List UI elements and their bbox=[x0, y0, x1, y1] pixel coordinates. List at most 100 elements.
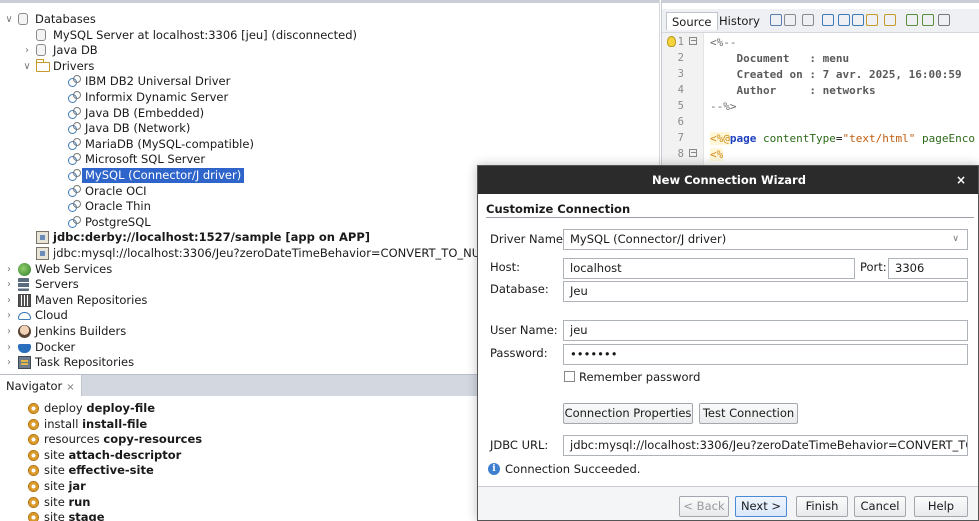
goal-name: stage bbox=[68, 510, 105, 521]
panel-top-border bbox=[0, 0, 659, 6]
tab-navigator[interactable]: Navigator × bbox=[0, 375, 82, 397]
comment-icon[interactable] bbox=[938, 14, 950, 26]
next-button[interactable]: Next > bbox=[735, 496, 787, 517]
driver-icon bbox=[68, 169, 82, 182]
section-heading: Customize Connection bbox=[486, 202, 974, 218]
chevron-right-icon[interactable]: › bbox=[4, 355, 14, 370]
dialog-title-bar: New Connection Wizard × bbox=[478, 166, 978, 194]
shift-right-icon[interactable] bbox=[922, 14, 934, 26]
connection-icon bbox=[36, 231, 49, 245]
editor-top-border bbox=[662, 0, 979, 6]
cancel-button[interactable]: Cancel bbox=[854, 496, 906, 517]
connection-icon bbox=[36, 247, 49, 260]
tree-item-label: Docker bbox=[35, 339, 76, 354]
line-number: 3 bbox=[677, 68, 684, 80]
tree-item-label: Task Repositories bbox=[35, 355, 135, 370]
chevron-down-icon[interactable]: ∨ bbox=[22, 59, 32, 74]
search-icon[interactable] bbox=[822, 14, 834, 26]
goal-name: copy-resources bbox=[103, 432, 203, 447]
tree-item[interactable]: ∨ Drivers bbox=[0, 58, 659, 74]
password-field[interactable]: ••••••• bbox=[563, 344, 968, 365]
cloud-icon bbox=[18, 312, 31, 321]
toggle-icon[interactable] bbox=[784, 14, 796, 26]
goal-icon bbox=[28, 418, 39, 430]
back-button[interactable]: < Back bbox=[679, 496, 729, 517]
navigator-item-label: install install-file bbox=[44, 416, 147, 432]
jdbc-url-field[interactable]: jdbc:mysql://localhost:3306/Jeu?zeroDate… bbox=[563, 435, 968, 456]
chevron-right-icon[interactable]: › bbox=[4, 324, 14, 339]
help-button[interactable]: Help bbox=[914, 496, 968, 517]
code-token: <%-- bbox=[710, 36, 737, 49]
hint-bulb-icon[interactable] bbox=[667, 36, 676, 47]
tree-item-label: MariaDB (MySQL-compatible) bbox=[85, 136, 254, 151]
chevron-down-icon[interactable]: ∨ bbox=[4, 12, 14, 27]
user-name-field[interactable]: jeu bbox=[563, 320, 968, 341]
shift-left-icon[interactable] bbox=[906, 14, 918, 26]
host-field[interactable]: localhost bbox=[563, 258, 855, 279]
chevron-right-icon[interactable]: › bbox=[4, 262, 14, 277]
navigator-tab-label: Navigator bbox=[6, 379, 63, 393]
find-next-icon[interactable] bbox=[852, 14, 864, 26]
port-field[interactable]: 3306 bbox=[888, 258, 968, 279]
toggle-highlight-icon[interactable] bbox=[866, 14, 878, 26]
driver-icon bbox=[68, 184, 82, 198]
go-to-icon[interactable] bbox=[770, 14, 782, 26]
driver-name-select[interactable]: MySQL (Connector/J driver) ∨ bbox=[563, 229, 968, 250]
fold-toggle-icon[interactable]: − bbox=[689, 149, 697, 157]
close-icon[interactable]: × bbox=[956, 166, 966, 194]
line-number: 5 bbox=[677, 100, 684, 112]
find-prev-icon[interactable] bbox=[838, 14, 850, 26]
chevron-right-icon[interactable]: › bbox=[4, 340, 14, 355]
tab-history[interactable]: History bbox=[714, 12, 765, 30]
line-number: 2 bbox=[677, 52, 684, 64]
chevron-right-icon[interactable]: › bbox=[4, 308, 14, 323]
driver-icon bbox=[68, 91, 82, 104]
cancel-label: Cancel bbox=[860, 499, 900, 513]
code-token: pageEnco bbox=[915, 132, 975, 145]
jdbc-url-value: jdbc:mysql://localhost:3306/Jeu?zeroDate… bbox=[570, 438, 968, 452]
driver-icon bbox=[68, 75, 82, 88]
connection-properties-label: Connection Properties bbox=[564, 406, 692, 420]
tree-item[interactable]: Informix Dynamic Server bbox=[0, 90, 659, 105]
tree-item[interactable]: Java DB (Embedded) bbox=[0, 106, 659, 121]
navigator-item-label: site effective-site bbox=[44, 462, 154, 478]
code-line: <% bbox=[710, 147, 724, 163]
password-value: ••••••• bbox=[570, 347, 618, 361]
finish-button[interactable]: Finish bbox=[796, 496, 848, 517]
driver-name-value: MySQL (Connector/J driver) bbox=[570, 232, 727, 246]
tree-item-label: jdbc:derby://localhost:1527/sample [app … bbox=[53, 230, 371, 245]
fold-toggle-icon[interactable]: − bbox=[689, 37, 697, 45]
tree-item-label: Cloud bbox=[35, 308, 68, 323]
tree-item-label: IBM DB2 Universal Driver bbox=[85, 74, 231, 89]
back-icon[interactable] bbox=[802, 14, 814, 26]
tree-item[interactable]: ∨ Databases bbox=[0, 12, 659, 27]
chevron-right-icon[interactable]: › bbox=[4, 293, 14, 308]
back-label: < Back bbox=[683, 499, 725, 513]
toggle-bookmark-icon[interactable] bbox=[884, 14, 896, 26]
host-value: localhost bbox=[570, 261, 622, 275]
jenkins-icon bbox=[18, 325, 31, 338]
goal-icon bbox=[28, 481, 39, 492]
chevron-right-icon[interactable]: › bbox=[4, 277, 14, 292]
tree-item[interactable]: › Java DB bbox=[0, 43, 659, 58]
chevron-right-icon[interactable]: › bbox=[22, 43, 32, 58]
tree-item[interactable]: MySQL Server at localhost:3306 [jeu] (di… bbox=[0, 28, 659, 43]
code-line: Author : networks bbox=[710, 83, 875, 99]
navigator-item-label: resources copy-resources bbox=[44, 431, 202, 447]
tab-source[interactable]: Source bbox=[666, 12, 718, 30]
line-number: 6 bbox=[677, 116, 684, 128]
tab-source-label: Source bbox=[672, 15, 712, 29]
tree-item[interactable]: IBM DB2 Universal Driver bbox=[0, 74, 659, 89]
navigator-item-label: site stage bbox=[44, 509, 105, 521]
remember-password-checkbox[interactable] bbox=[564, 371, 575, 382]
goal-prefix: site bbox=[44, 510, 65, 521]
connection-properties-button[interactable]: Connection Properties bbox=[563, 403, 693, 424]
tree-item[interactable]: MariaDB (MySQL-compatible) bbox=[0, 136, 659, 152]
tree-item[interactable]: Java DB (Network) bbox=[0, 121, 659, 136]
server-icon bbox=[18, 278, 29, 292]
close-icon[interactable]: × bbox=[66, 382, 74, 393]
code-line: <%-- bbox=[710, 35, 737, 51]
driver-icon bbox=[68, 215, 82, 229]
test-connection-button[interactable]: Test Connection bbox=[699, 403, 798, 424]
database-field[interactable]: Jeu bbox=[563, 281, 968, 302]
